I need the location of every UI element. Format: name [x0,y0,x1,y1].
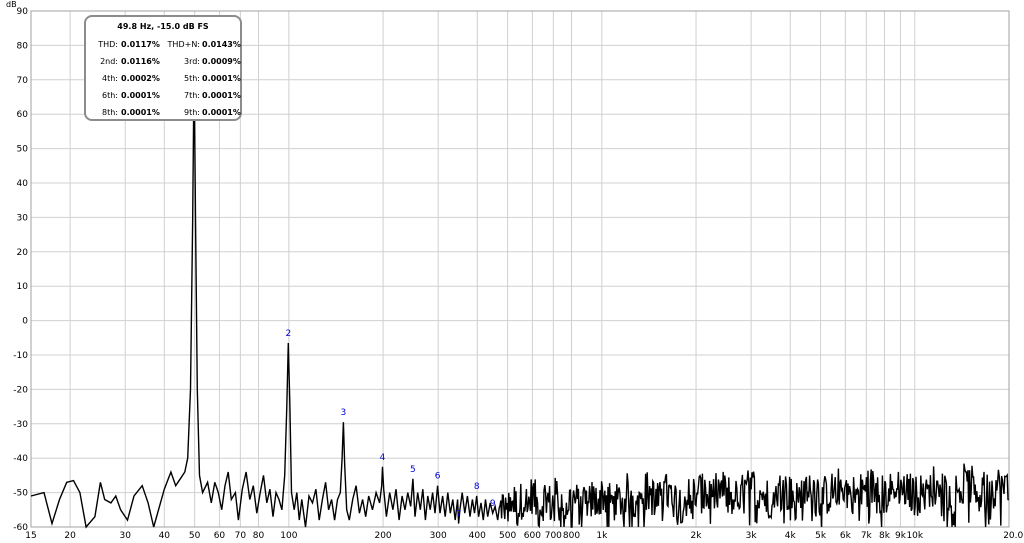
x-tick-label: 20.0k Hz [1003,531,1024,541]
harmonic-label-4: 4 [380,453,386,463]
h7-value: 0.0001% [202,91,241,100]
x-tick-label: 15 [25,531,36,541]
h9-label: 9th: [184,108,200,117]
x-tick-label: 4k [785,531,797,541]
h9-value: 0.0001% [202,108,241,117]
y-unit-label: dB [6,0,17,9]
h8-value: 0.0001% [121,108,160,117]
x-tick-label: 800 [563,531,580,541]
x-tick-label: 400 [469,531,486,541]
y-tick-label: 70 [17,76,29,86]
x-tick-label: 70 [235,531,247,541]
y-tick-label: 30 [17,213,29,223]
h3-label: 3rd: [183,57,200,66]
x-tick-label: 1k [596,531,608,541]
x-tick-label: 200 [374,531,391,541]
x-tick-label: 5k [815,531,827,541]
y-tick-label: 0 [22,317,28,327]
y-tick-label: -10 [13,351,28,361]
x-tick-label: 50 [189,531,201,541]
x-tick-label: 60 [214,531,226,541]
y-tick-label: 80 [17,41,29,51]
info-row-8th-9th: 8th: 0.0001% 9th: 0.0001% [86,108,242,120]
h4-value: 0.0002% [121,74,160,83]
h5-value: 0.0001% [202,74,241,83]
y-tick-label: -30 [13,420,28,430]
y-tick-label: 90 [17,7,29,17]
thd-n-label: THD+N: [167,40,200,49]
info-row-2nd-3rd: 2nd: 0.0116% 3rd: 0.0009% [86,57,242,69]
y-tick-label: 40 [17,179,29,189]
h2-value: 0.0116% [121,57,160,66]
y-tick-label: 10 [17,282,29,292]
h2-label: 2nd: [100,57,118,66]
y-tick-label: -50 [13,489,28,499]
x-tick-label: 100 [280,531,297,541]
thd-n-value: 0.0143% [202,40,241,49]
x-tick-label: 6k [840,531,852,541]
harmonic-label-8: 8 [474,482,480,492]
x-tick-label: 9k [895,531,907,541]
h6-value: 0.0001% [121,91,160,100]
y-tick-label: -40 [13,454,28,464]
y-tick-label: -20 [13,385,28,395]
info-row-thd: THD: 0.0117% THD+N: 0.0143% [86,40,242,52]
info-row-6th-7th: 6th: 0.0001% 7th: 0.0001% [86,91,242,103]
x-tick-label: 500 [499,531,516,541]
x-tick-label: 7k [861,531,873,541]
x-tick-label: 700 [545,531,562,541]
x-tick-label: 20 [64,531,76,541]
x-tick-label: 40 [159,531,171,541]
h7-label: 7th: [184,91,200,100]
harmonic-label-6: 6 [435,472,441,482]
x-tick-label: 30 [119,531,131,541]
y-tick-label: 20 [17,248,29,258]
info-box-title: 49.8 Hz, -15.0 dB FS [117,22,209,31]
harmonic-label-2: 2 [285,329,291,339]
x-tick-label: 80 [253,531,265,541]
h6-label: 6th: [102,91,118,100]
thd-label: THD: [98,40,118,49]
h4-label: 4th: [102,74,118,83]
y-tick-label: 50 [17,145,29,155]
thd-value: 0.0117% [121,40,160,49]
h8-label: 8th: [102,108,118,117]
x-tick-label: 2k [691,531,703,541]
x-tick-label: 8k [879,531,891,541]
h3-value: 0.0009% [202,57,241,66]
harmonic-label-9: 9 [490,499,496,509]
x-tick-label: 300 [430,531,447,541]
harmonic-label-3: 3 [341,408,347,418]
info-row-4th-5th: 4th: 0.0002% 5th: 0.0001% [86,74,242,86]
distortion-info-box: 49.8 Hz, -15.0 dB FS THD: 0.0117% THD+N:… [84,15,242,121]
harmonic-label-7: 7 [456,510,462,520]
x-tick-label: 600 [524,531,541,541]
x-tick-label: 3k [746,531,758,541]
h5-label: 5th: [184,74,200,83]
x-tick-label: 10k [906,531,923,541]
y-tick-label: 60 [17,110,29,120]
spectrum-trace [30,62,1010,529]
harmonic-label-5: 5 [410,465,416,475]
